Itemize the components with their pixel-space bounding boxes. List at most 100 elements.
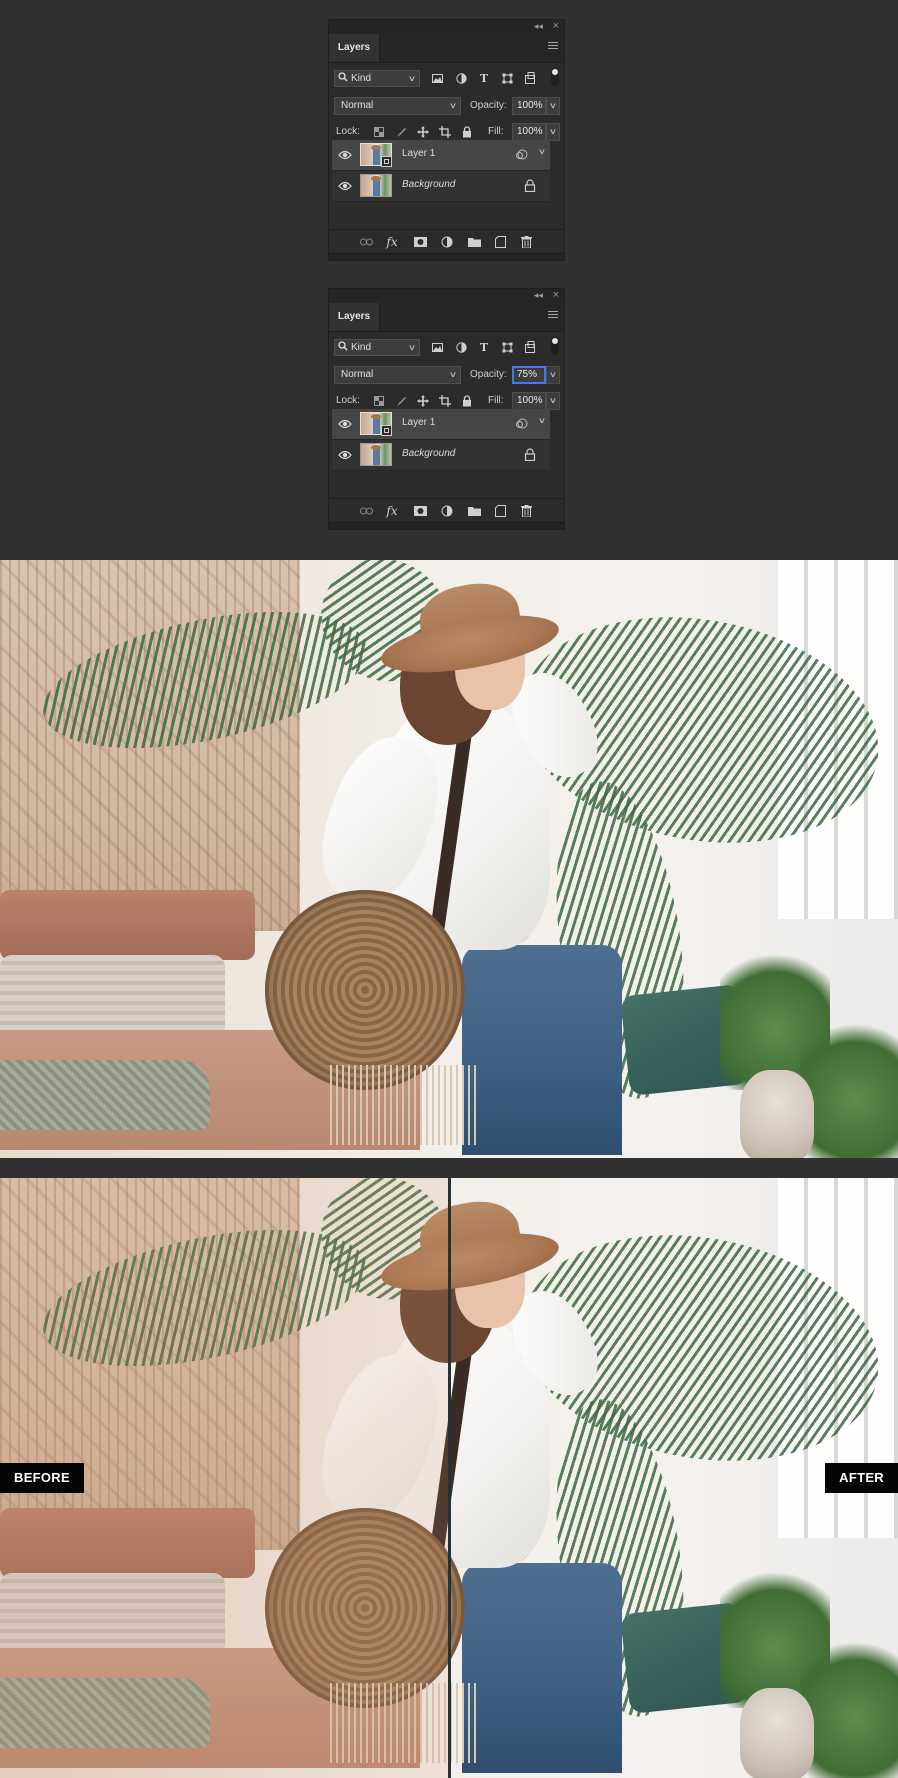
layer-name[interactable]: Layer 1 [402, 417, 435, 428]
fill-dropdown-button[interactable]: ∨ [546, 392, 560, 410]
knit-pillow [0, 955, 225, 1040]
filter-kind-dropdown[interactable]: Kind ∨ [334, 339, 420, 356]
collapse-icon[interactable]: ◂◂ [534, 290, 543, 301]
trash-icon[interactable] [519, 504, 533, 518]
tab-layers[interactable]: Layers [329, 303, 380, 331]
link-icon [516, 418, 528, 429]
image-filter-icon[interactable] [430, 340, 444, 354]
eye-icon[interactable] [338, 180, 352, 192]
opacity-field[interactable]: 100% [512, 97, 546, 115]
new-layer-icon[interactable] [493, 235, 507, 249]
new-layer-icon[interactable] [493, 504, 507, 518]
lock-icon [524, 179, 536, 192]
layer-row-background[interactable]: Background [332, 440, 550, 471]
opacity-dropdown-button[interactable]: ∨ [546, 366, 560, 384]
smart-object-filter-icon[interactable] [523, 71, 537, 85]
filter-toggle[interactable] [551, 68, 559, 86]
search-icon [338, 341, 348, 351]
blend-mode-dropdown[interactable]: Normal ∨ [334, 366, 461, 384]
smart-object-icon [381, 425, 392, 436]
layer-name[interactable]: Background [402, 448, 455, 459]
eye-icon[interactable] [338, 449, 352, 461]
eye-icon[interactable] [338, 149, 352, 161]
blend-mode-value: Normal [341, 100, 374, 111]
layer-name[interactable]: Background [402, 179, 455, 190]
link-layers-icon[interactable] [359, 235, 373, 249]
opacity-field[interactable]: 75% [512, 366, 546, 384]
panel-title-bar[interactable]: ◂◂ × [329, 20, 564, 34]
layers-list: Layer 1 ∨ Background [332, 409, 550, 499]
type-filter-icon[interactable]: T [477, 340, 491, 354]
smart-object-filter-icon[interactable] [523, 340, 537, 354]
trash-icon[interactable] [519, 235, 533, 249]
panel-menu-icon[interactable] [548, 311, 558, 319]
collapse-icon[interactable]: ◂◂ [534, 21, 543, 32]
panel-title-bar[interactable]: ◂◂ × [329, 289, 564, 303]
shape-filter-icon[interactable] [500, 71, 514, 85]
panel-resize-grip[interactable] [329, 253, 564, 260]
fx-icon[interactable]: fx [385, 504, 399, 518]
before-label: BEFORE [0, 1463, 84, 1493]
adjustment-filter-icon[interactable] [454, 71, 468, 85]
folder-icon[interactable] [467, 504, 481, 518]
layer-row-layer-1[interactable]: Layer 1 ∨ [332, 409, 550, 440]
opacity-label: Opacity: [470, 369, 507, 380]
filter-kind-label: Kind [351, 342, 372, 353]
mask-icon[interactable] [413, 235, 427, 249]
folder-icon[interactable] [467, 235, 481, 249]
lock-position-icon[interactable] [416, 125, 430, 139]
chevron-down-icon: ∨ [448, 370, 458, 379]
lock-image-icon[interactable] [394, 394, 408, 408]
lock-transparent-icon[interactable] [372, 394, 386, 408]
adjustment-filter-icon[interactable] [454, 340, 468, 354]
type-filter-icon[interactable]: T [477, 71, 491, 85]
woven-bag [265, 890, 465, 1090]
lock-row: Lock: Fill: 100% ∨ [334, 122, 560, 142]
layer-row-background[interactable]: Background [332, 171, 550, 202]
lock-transparent-icon[interactable] [372, 125, 386, 139]
blend-row: Normal ∨ Opacity: 75% ∨ [334, 365, 560, 385]
tab-layers[interactable]: Layers [329, 34, 380, 62]
panel-menu-icon[interactable] [548, 42, 558, 50]
filter-kind-label: Kind [351, 73, 372, 84]
lock-artboard-icon[interactable] [438, 394, 452, 408]
close-icon[interactable]: × [553, 20, 559, 32]
link-layers-icon[interactable] [359, 504, 373, 518]
opacity-dropdown-button[interactable]: ∨ [546, 97, 560, 115]
lock-all-icon[interactable] [460, 394, 474, 408]
shape-filter-icon[interactable] [500, 340, 514, 354]
filter-toggle[interactable] [551, 337, 559, 355]
chevron-down-icon[interactable]: ∨ [538, 416, 546, 425]
layer-name[interactable]: Layer 1 [402, 148, 435, 159]
blend-mode-dropdown[interactable]: Normal ∨ [334, 97, 461, 115]
lock-position-icon[interactable] [416, 394, 430, 408]
opacity-label: Opacity: [470, 100, 507, 111]
lock-all-icon[interactable] [460, 125, 474, 139]
eye-icon[interactable] [338, 418, 352, 430]
bag-fringe [330, 1065, 480, 1145]
comparison-divider-handle[interactable] [448, 1178, 451, 1778]
adjustment-layer-icon[interactable] [440, 504, 454, 518]
layers-panel-top: ◂◂ × Layers Kind ∨ T Normal ∨ Opacity: 1… [328, 19, 565, 261]
image-filter-icon[interactable] [430, 71, 444, 85]
panel-tab-row: Layers [329, 34, 564, 63]
filter-kind-dropdown[interactable]: Kind ∨ [334, 70, 420, 87]
fill-field[interactable]: 100% [512, 392, 546, 410]
fill-dropdown-button[interactable]: ∨ [546, 123, 560, 141]
mask-icon[interactable] [413, 504, 427, 518]
fx-icon[interactable]: fx [385, 235, 399, 249]
layers-list: Layer 1 ∨ Background [332, 140, 550, 230]
woman-jeans [462, 1563, 622, 1773]
lock-image-icon[interactable] [394, 125, 408, 139]
chevron-down-icon[interactable]: ∨ [538, 147, 546, 156]
result-photo [0, 560, 898, 1158]
search-icon [338, 72, 348, 82]
buddha-statue [740, 1070, 814, 1158]
adjustment-layer-icon[interactable] [440, 235, 454, 249]
fill-field[interactable]: 100% [512, 123, 546, 141]
layer-thumbnail [360, 174, 392, 197]
close-icon[interactable]: × [553, 289, 559, 301]
lock-artboard-icon[interactable] [438, 125, 452, 139]
panel-resize-grip[interactable] [329, 522, 564, 529]
layer-row-layer-1[interactable]: Layer 1 ∨ [332, 140, 550, 171]
